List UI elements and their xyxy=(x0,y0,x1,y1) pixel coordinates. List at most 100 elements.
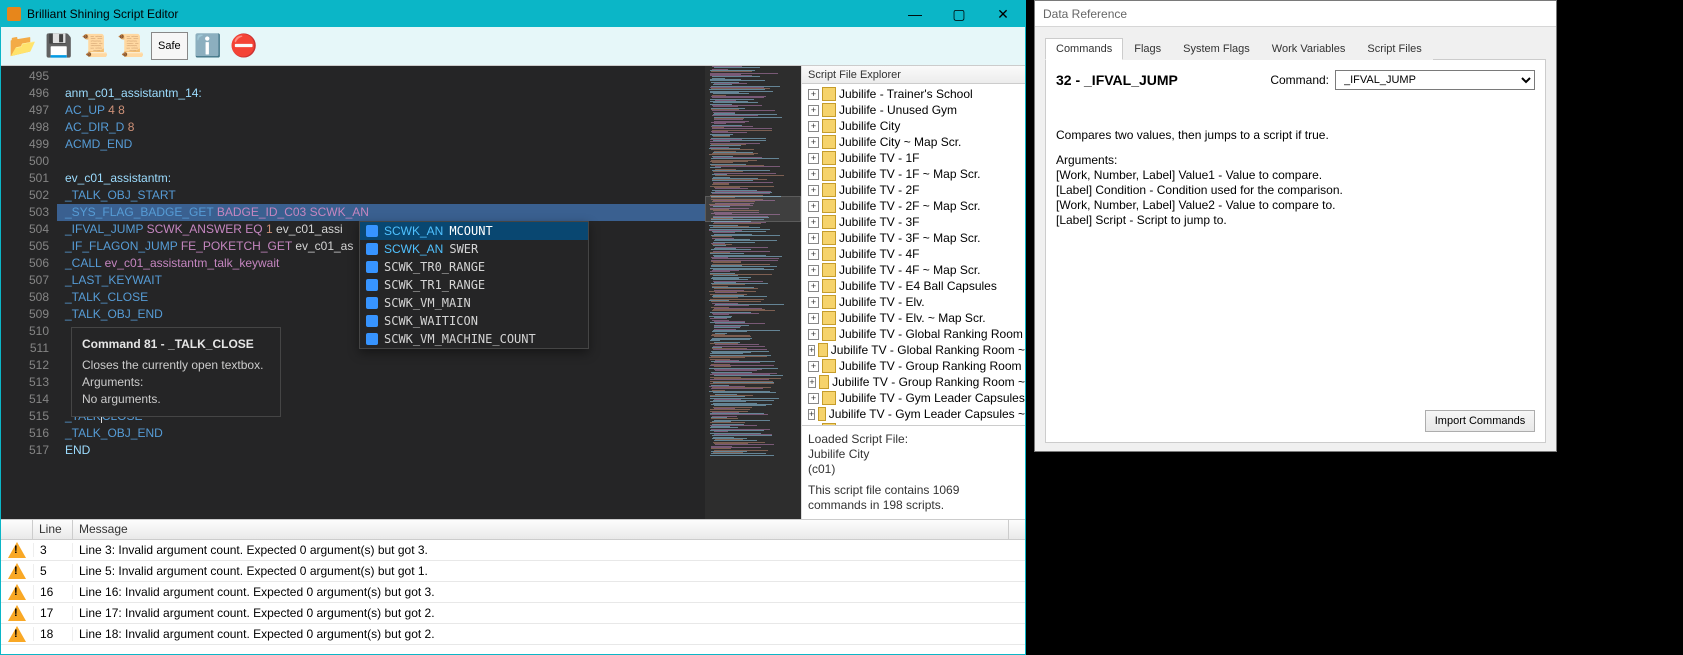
tree-item[interactable]: +Jubilife TV - E4 Ball Capsules xyxy=(802,278,1025,294)
tree-item[interactable]: +Jubilife TV - 1F xyxy=(802,150,1025,166)
expand-icon[interactable]: + xyxy=(808,233,819,244)
autocomplete-item[interactable]: SCWK_WAITICON xyxy=(360,312,588,330)
tree-item[interactable]: +Jubilife TV - Elv. xyxy=(802,294,1025,310)
tab-work-variables[interactable]: Work Variables xyxy=(1261,38,1357,60)
expand-icon[interactable]: + xyxy=(808,201,819,212)
autocomplete-popup[interactable]: SCWK_ANMCOUNTSCWK_ANSWERSCWK_TR0_RANGESC… xyxy=(359,221,589,349)
tree-item[interactable]: +Jubilife TV - Elv. ~ Map Scr. xyxy=(802,310,1025,326)
save-icon[interactable]: 💾 xyxy=(43,30,75,62)
open-icon[interactable]: 📂 xyxy=(7,30,39,62)
error-icon[interactable]: ⛔ xyxy=(228,30,260,62)
footer-file: Jubilife City xyxy=(808,447,1019,462)
minimap[interactable] xyxy=(705,66,801,519)
footer-label: Loaded Script File: xyxy=(808,432,1019,447)
symbol-icon xyxy=(366,225,378,237)
tree-item[interactable]: +Jubilife City xyxy=(802,118,1025,134)
autocomplete-item[interactable]: SCWK_TR0_RANGE xyxy=(360,258,588,276)
expand-icon[interactable]: + xyxy=(808,281,819,292)
tree-item[interactable]: +Jubilife TV - 2F ~ Map Scr. xyxy=(802,198,1025,214)
autocomplete-item[interactable]: SCWK_TR1_RANGE xyxy=(360,276,588,294)
expand-icon[interactable]: + xyxy=(808,393,819,404)
error-row[interactable]: 18Line 18: Invalid argument count. Expec… xyxy=(1,624,1025,645)
tree-item[interactable]: +Jubilife - Trainer's School xyxy=(802,86,1025,102)
tree-item[interactable]: +Jubilife TV - Global Ranking Room ~ xyxy=(802,342,1025,358)
expand-icon[interactable]: + xyxy=(808,297,819,308)
info-icon[interactable]: ℹ️ xyxy=(192,30,224,62)
tree-item[interactable]: +Jubilife TV - 3F ~ Map Scr. xyxy=(802,230,1025,246)
minimize-button[interactable]: — xyxy=(893,1,937,27)
expand-icon[interactable]: + xyxy=(808,409,815,420)
expand-icon[interactable]: + xyxy=(808,329,819,340)
error-row[interactable]: 5Line 5: Invalid argument count. Expecte… xyxy=(1,561,1025,582)
tree-item[interactable]: +Jubilife City ~ Map Scr. xyxy=(802,134,1025,150)
tree-item[interactable]: +Jubilife TV - Gym Leader Capsules ~ xyxy=(802,406,1025,422)
close-button[interactable]: ✕ xyxy=(981,1,1025,27)
error-row[interactable]: 17Line 17: Invalid argument count. Expec… xyxy=(1,603,1025,624)
reference-tabs: CommandsFlagsSystem FlagsWork VariablesS… xyxy=(1045,37,1546,60)
reference-title[interactable]: Data Reference xyxy=(1035,1,1556,27)
symbol-icon xyxy=(366,333,378,345)
tree-item[interactable]: +Jubilife TV - 4F xyxy=(802,246,1025,262)
expand-icon[interactable]: + xyxy=(808,169,819,180)
explorer-tree[interactable]: +Jubilife - Trainer's School+Jubilife - … xyxy=(802,84,1025,425)
autocomplete-item[interactable]: SCWK_VM_MACHINE_COUNT xyxy=(360,330,588,348)
hover-tooltip: Command 81 - _TALK_CLOSE Closes the curr… xyxy=(71,327,281,417)
tree-item[interactable]: +Jubilife - Unused Gym xyxy=(802,102,1025,118)
autocomplete-item[interactable]: SCWK_VM_MAIN xyxy=(360,294,588,312)
import-commands-button[interactable]: Import Commands xyxy=(1425,410,1535,432)
safe-button[interactable]: Safe xyxy=(151,32,188,60)
expand-icon[interactable]: + xyxy=(808,105,819,116)
tree-item[interactable]: +Jubilife TV - 1F ~ Map Scr. xyxy=(802,166,1025,182)
tree-item[interactable]: +Jubilife TV - 4F ~ Map Scr. xyxy=(802,262,1025,278)
expand-icon[interactable]: + xyxy=(808,265,819,276)
script-icon[interactable]: 📜 xyxy=(79,30,111,62)
tree-item[interactable]: +Jubilife TV - 3F xyxy=(802,214,1025,230)
tree-item[interactable]: +Jubilife TV - Group Ranking Room xyxy=(802,358,1025,374)
tab-script-files[interactable]: Script Files xyxy=(1356,38,1432,60)
expand-icon[interactable]: + xyxy=(808,217,819,228)
footer-id: (c01) xyxy=(808,462,1019,477)
expand-icon[interactable]: + xyxy=(808,121,819,132)
expand-icon[interactable]: + xyxy=(808,345,815,356)
error-row[interactable]: 16Line 16: Invalid argument count. Expec… xyxy=(1,582,1025,603)
expand-icon[interactable]: + xyxy=(808,185,819,196)
symbol-icon xyxy=(366,243,378,255)
col-message[interactable]: Message xyxy=(73,520,1009,539)
script-file-icon xyxy=(822,391,836,405)
tab-commands[interactable]: Commands xyxy=(1045,38,1123,60)
script-alt-icon[interactable]: 📜 xyxy=(115,30,147,62)
tab-system-flags[interactable]: System Flags xyxy=(1172,38,1261,60)
script-file-icon xyxy=(822,183,836,197)
command-select[interactable]: _IFVAL_JUMP xyxy=(1335,70,1535,90)
script-file-icon xyxy=(822,135,836,149)
line-gutter: 4954964974984995005015025035045055065075… xyxy=(1,66,57,519)
autocomplete-item[interactable]: SCWK_ANSWER xyxy=(360,240,588,258)
script-file-icon xyxy=(818,407,826,421)
expand-icon[interactable]: + xyxy=(808,137,819,148)
warning-icon xyxy=(8,626,26,642)
script-file-icon xyxy=(822,119,836,133)
symbol-icon xyxy=(366,315,378,327)
expand-icon[interactable]: + xyxy=(808,89,819,100)
tree-item[interactable]: +Jubilife TV - Gym Leader Capsules xyxy=(802,390,1025,406)
expand-icon[interactable]: + xyxy=(808,313,819,324)
script-file-icon xyxy=(822,359,836,373)
error-row[interactable]: 3Line 3: Invalid argument count. Expecte… xyxy=(1,540,1025,561)
footer-stats: This script file contains 1069 commands … xyxy=(808,483,1019,513)
col-line[interactable]: Line xyxy=(33,520,73,539)
titlebar[interactable]: Brilliant Shining Script Editor — ▢ ✕ xyxy=(1,1,1025,27)
expand-icon[interactable]: + xyxy=(808,249,819,260)
expand-icon[interactable]: + xyxy=(808,153,819,164)
expand-icon[interactable]: + xyxy=(808,361,819,372)
tree-item[interactable]: +Jubilife TV - Group Ranking Room ~ xyxy=(802,374,1025,390)
tree-item[interactable]: +Jubilife TV - 2F xyxy=(802,182,1025,198)
errors-list[interactable]: 3Line 3: Invalid argument count. Expecte… xyxy=(1,540,1025,654)
maximize-button[interactable]: ▢ xyxy=(937,1,981,27)
tree-item[interactable]: +Jubilife TV - Global Ranking Room xyxy=(802,326,1025,342)
script-file-icon xyxy=(822,87,836,101)
code-panel: 4954964974984995005015025035045055065075… xyxy=(1,66,801,519)
autocomplete-item[interactable]: SCWK_ANMCOUNT xyxy=(360,222,588,240)
tab-flags[interactable]: Flags xyxy=(1123,38,1172,60)
script-file-icon xyxy=(822,263,836,277)
expand-icon[interactable]: + xyxy=(808,377,816,388)
